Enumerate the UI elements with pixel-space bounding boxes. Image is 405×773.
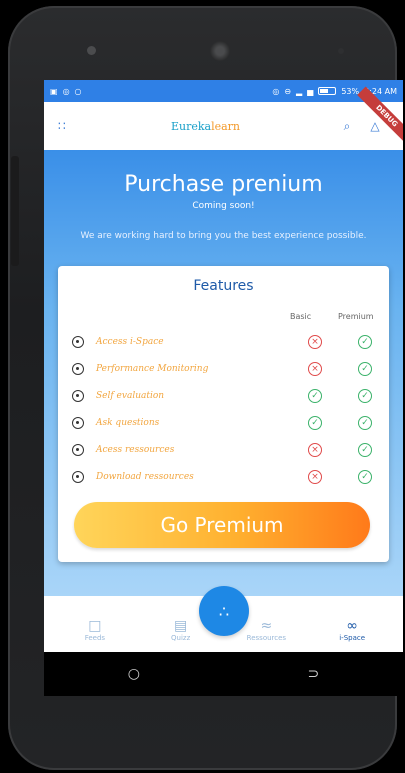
status-icon-2: ◎ [62, 86, 70, 96]
feature-name: Self evaluation [96, 391, 165, 401]
cross-icon: × [308, 443, 322, 457]
check-icon: ✓ [358, 443, 372, 457]
check-icon: ✓ [358, 335, 372, 349]
wifi-icon: ≈ [260, 618, 273, 634]
go-premium-button[interactable]: Go Premium [74, 502, 370, 548]
cross-icon: × [308, 470, 322, 484]
feature-name: Acess ressources [96, 445, 175, 455]
feature-name: Access i-Space [96, 337, 164, 347]
system-nav: ○ ⊃ [44, 652, 403, 696]
brand-eureka: Eureka [170, 119, 212, 133]
feature-row: Acess ressources × ✓ [72, 438, 382, 462]
home-icon[interactable]: ○ [128, 666, 140, 682]
speaker-icon [210, 41, 230, 61]
features-title: Features [193, 278, 254, 294]
status-icon-1: ▣ [50, 86, 58, 96]
feature-name: Performance Monitoring [96, 364, 209, 374]
feature-name: Download ressources [96, 472, 194, 482]
col-premium: Premium [338, 312, 374, 321]
fab-button[interactable]: ∴ [199, 586, 249, 636]
radio-icon[interactable] [72, 336, 84, 348]
nav-label: i-Space [339, 634, 366, 642]
status-icon-3: ○ [74, 86, 82, 96]
col-basic: Basic [290, 312, 312, 321]
nav-item-feeds[interactable]: □ Feeds [59, 618, 131, 642]
feature-row: Access i-Space × ✓ [72, 330, 382, 354]
screen: ▣ ◎ ○ ◎ ⊖ ▂ ▅ 53% 3:24 AM ∷ Eurekalearn … [44, 80, 403, 696]
features-card: Features Basic Premium Access i-Space × ✓ P… [58, 266, 389, 562]
nav-item-ispace[interactable]: ∞ i-Space [316, 618, 388, 642]
battery-icon [318, 87, 337, 95]
nav-label: Ressources [246, 634, 287, 642]
dnd-icon: ⊖ [284, 86, 292, 96]
radio-icon[interactable] [72, 417, 84, 429]
nfc-icon: ◎ [272, 86, 280, 96]
recents-icon[interactable]: ⊃ [307, 666, 319, 682]
tagline: We are working hard to bring you the bes… [80, 231, 367, 241]
check-icon: ✓ [308, 416, 322, 430]
status-bar: ▣ ◎ ○ ◎ ⊖ ▂ ▅ 53% 3:24 AM [44, 80, 403, 102]
side-button [11, 156, 19, 266]
sensor-icon [338, 48, 344, 54]
nav-label: Quizz [171, 634, 191, 642]
infinity-icon: ∞ [346, 618, 358, 634]
check-icon: ✓ [358, 416, 372, 430]
quiz-icon: ▤ [174, 618, 188, 634]
nav-label: Feeds [84, 634, 106, 642]
radio-icon[interactable] [72, 471, 84, 483]
brand-learn: learn [211, 119, 241, 133]
app-bar: ∷ Eurekalearn ⌕ △ DEBUG [44, 86, 403, 150]
grid-icon[interactable]: ∷ [58, 119, 78, 133]
search-icon[interactable]: ⌕ [333, 119, 361, 134]
phone-frame: ▣ ◎ ○ ◎ ⊖ ▂ ▅ 53% 3:24 AM ∷ Eurekalearn … [8, 6, 403, 770]
feature-row: Performance Monitoring × ✓ [72, 357, 382, 381]
check-icon: ✓ [358, 470, 372, 484]
app-logo: Eurekalearn [78, 120, 333, 133]
signal-icon-1: ▂ [296, 86, 303, 96]
check-icon: ✓ [358, 389, 372, 403]
check-icon: ✓ [308, 389, 322, 403]
check-icon: ✓ [358, 362, 372, 376]
radio-icon[interactable] [72, 390, 84, 402]
dots-icon: ∴ [218, 601, 230, 621]
chart-icon: □ [88, 618, 102, 634]
signal-icon-2: ▅ [307, 86, 314, 96]
camera-icon [87, 46, 96, 55]
feature-row: Download ressources × ✓ [72, 465, 382, 489]
page-title: Purchase prenium [124, 172, 323, 197]
feature-row: Ask questions ✓ ✓ [72, 411, 382, 435]
radio-icon[interactable] [72, 444, 84, 456]
cross-icon: × [308, 335, 322, 349]
feature-name: Ask questions [96, 418, 160, 428]
feature-row: Self evaluation ✓ ✓ [72, 384, 382, 408]
page-subtitle: Coming soon! [192, 201, 255, 211]
cross-icon: × [308, 362, 322, 376]
radio-icon[interactable] [72, 363, 84, 375]
